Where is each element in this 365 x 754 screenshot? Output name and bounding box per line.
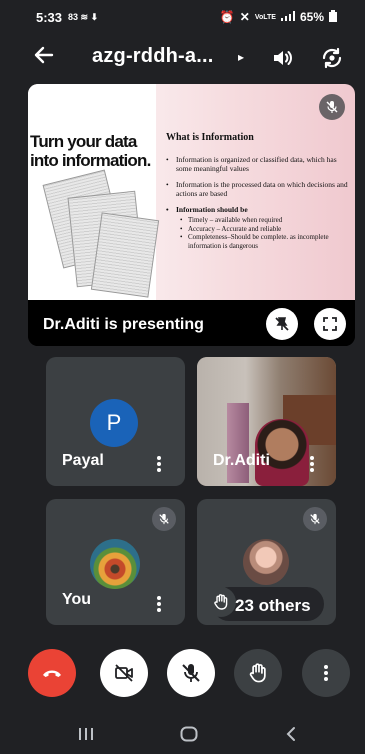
- slide-bullet: Information is organized or classified d…: [166, 155, 352, 173]
- more-options-button[interactable]: [302, 649, 350, 697]
- kebab-icon[interactable]: [157, 456, 161, 472]
- speaker-icon[interactable]: [270, 46, 294, 75]
- kebab-icon: [324, 665, 328, 681]
- slide: Turn your data into information. What is…: [28, 84, 355, 300]
- back-arrow-icon[interactable]: [32, 44, 54, 71]
- kebab-icon[interactable]: [157, 596, 161, 612]
- participant-tile-you[interactable]: You: [46, 499, 185, 625]
- participant-tile-payal[interactable]: P Payal: [46, 357, 185, 486]
- recent-apps-icon[interactable]: [78, 727, 94, 746]
- volte-label: VoLTE: [254, 13, 276, 21]
- signal-icon: [280, 10, 295, 24]
- slide-title: What is Information: [166, 132, 254, 143]
- status-bar: 5:33 83 ≋ ⬇ ⏰ ✕ VoLTE 65%: [0, 0, 365, 34]
- slide-left-panel: Turn your data into information.: [28, 84, 160, 300]
- mic-off-icon: [152, 507, 176, 531]
- pin-off-icon[interactable]: [266, 308, 298, 340]
- participant-tile-aditi[interactable]: Dr.Aditi: [197, 357, 336, 486]
- camera-toggle-button[interactable]: [100, 649, 148, 697]
- battery-percent: 65%: [299, 10, 324, 24]
- end-call-icon: [43, 670, 61, 677]
- video-curtain: [227, 403, 249, 483]
- end-call-button[interactable]: [28, 649, 76, 697]
- mic-off-icon: [319, 94, 345, 120]
- chevron-right-icon[interactable]: ▸: [238, 50, 244, 64]
- raise-hand-icon: [249, 663, 266, 683]
- mic-toggle-button[interactable]: [167, 649, 215, 697]
- status-extras: 83 ≋ ⬇: [68, 11, 99, 22]
- fullscreen-icon[interactable]: [314, 308, 346, 340]
- battery-icon: [329, 9, 337, 25]
- slide-bullet: Information should be: [166, 205, 352, 214]
- avatar: [243, 539, 289, 585]
- camera-off-icon: [115, 664, 133, 682]
- slide-heading: Turn your data into information.: [30, 132, 151, 170]
- switch-camera-icon[interactable]: [320, 46, 344, 75]
- presenting-label: Dr.Aditi is presenting: [43, 316, 204, 333]
- slide-sub-bullet: Timely – available when required: [180, 216, 352, 225]
- status-time: 5:33: [36, 9, 63, 25]
- meeting-title[interactable]: azg-rddh-a...: [92, 45, 214, 68]
- participant-name: Payal: [62, 452, 104, 469]
- mic-off-icon: [303, 507, 327, 531]
- slide-sub-bullet: Completeness–Should be complete. as inco…: [180, 233, 352, 250]
- avatar: [90, 539, 140, 589]
- kebab-icon[interactable]: [310, 456, 314, 472]
- participant-name: You: [62, 591, 92, 608]
- meet-screen: 5:33 83 ≋ ⬇ ⏰ ✕ VoLTE 65% azg-rddh-a... …: [0, 0, 365, 754]
- slide-sub-bullet: Accuracy – Accurate and reliable: [180, 225, 352, 234]
- participant-name: Dr.Aditi: [213, 452, 270, 469]
- home-icon[interactable]: [180, 726, 198, 747]
- mute-icon: ✕: [239, 10, 250, 24]
- raise-hand-icon: [206, 587, 236, 617]
- raise-hand-button[interactable]: [234, 649, 282, 697]
- slide-bullet: Information is the processed data on whi…: [166, 180, 352, 198]
- others-label: 23 others: [235, 596, 311, 615]
- back-nav-icon[interactable]: [286, 726, 296, 747]
- paper-image: [90, 212, 160, 298]
- system-nav-bar: [0, 714, 365, 754]
- alarm-icon: ⏰: [219, 10, 235, 24]
- mic-off-icon: [182, 664, 200, 682]
- avatar: P: [90, 399, 138, 447]
- presentation-tile[interactable]: Turn your data into information. What is…: [28, 84, 355, 346]
